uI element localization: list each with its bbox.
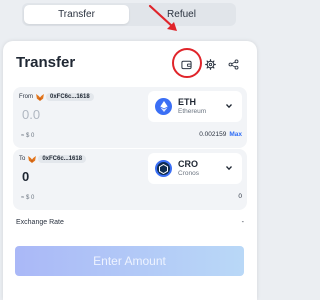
tab-transfer[interactable]: Transfer <box>24 5 129 24</box>
metamask-icon <box>28 155 37 163</box>
to-label: To <box>19 156 26 162</box>
card-title: Transfer <box>16 54 76 71</box>
from-token-network: Ethereum <box>178 108 207 115</box>
to-usd-value: ≈ $ 0 <box>21 195 35 201</box>
to-panel: To 0xFC6c...1618 0 ≈ $ 0 CRO Cronos 0 <box>13 149 247 210</box>
to-balance: 0 <box>238 193 242 200</box>
to-token-network: Cronos <box>178 170 199 177</box>
annotation-arrow-icon <box>148 4 177 31</box>
from-panel: From 0xFC6c...1618 0.0 ≈ $ 0 ETH Ethereu… <box>13 87 247 148</box>
chevron-down-icon <box>226 166 232 171</box>
from-token-symbol: ETH <box>178 97 196 107</box>
from-address[interactable]: 0xFC6c...1618 <box>46 93 94 101</box>
from-token-selector[interactable]: ETH Ethereum <box>148 91 242 122</box>
highlight-circle <box>172 48 202 78</box>
from-usd-value: ≈ $ 0 <box>21 133 35 139</box>
from-balance-row: 0.002159 Max <box>199 131 242 138</box>
share-button[interactable] <box>225 56 241 72</box>
from-balance: 0.002159 <box>199 131 227 138</box>
mode-tabs: Transfer Refuel <box>22 3 236 26</box>
enter-amount-button[interactable]: Enter Amount <box>15 246 244 276</box>
to-balance-row: 0 <box>238 193 242 200</box>
max-button[interactable]: Max <box>229 131 242 138</box>
from-address-row: From 0xFC6c...1618 <box>19 93 94 101</box>
chevron-down-icon <box>226 104 232 109</box>
ethereum-icon <box>155 98 172 115</box>
exchange-rate-label: Exchange Rate <box>16 219 64 226</box>
to-address-row: To 0xFC6c...1618 <box>19 155 87 163</box>
to-token-selector[interactable]: CRO Cronos <box>148 153 242 184</box>
to-token-symbol: CRO <box>178 159 198 169</box>
exchange-rate-value: - <box>241 219 244 226</box>
share-icon <box>228 58 238 70</box>
from-label: From <box>19 94 33 100</box>
to-amount: 0 <box>22 169 30 184</box>
to-address[interactable]: 0xFC6c...1618 <box>38 155 87 163</box>
metamask-icon <box>36 93 44 101</box>
transfer-card: Transfer From 0xFC6c...1618 0.0 ≈ $ 0 ET… <box>3 41 257 300</box>
cronos-icon <box>155 160 172 177</box>
from-amount-input[interactable]: 0.0 <box>22 107 40 122</box>
settings-button[interactable] <box>202 56 218 72</box>
gear-icon <box>204 58 216 70</box>
